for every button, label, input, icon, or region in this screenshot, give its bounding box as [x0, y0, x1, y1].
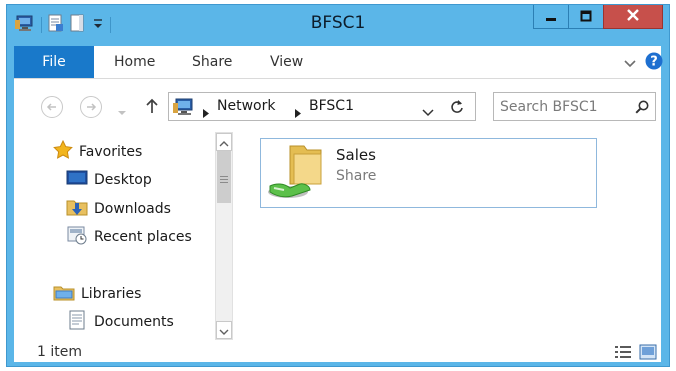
nav-label-recent-places: Recent places: [94, 229, 192, 245]
window-controls: [533, 5, 663, 29]
nav-label-downloads: Downloads: [94, 201, 171, 217]
network-share-folder-icon: [264, 142, 326, 208]
scroll-down-button[interactable]: [216, 321, 232, 339]
nav-item-desktop[interactable]: Desktop: [66, 169, 152, 191]
status-bar: 1 item: [14, 342, 661, 362]
nav-item-libraries[interactable]: Libraries: [53, 282, 141, 306]
nav-item-downloads[interactable]: Downloads: [66, 197, 171, 221]
downloads-icon: [66, 197, 88, 221]
title-bar[interactable]: BFSC1: [7, 5, 669, 46]
breadcrumb-arrow-icon[interactable]: [295, 103, 301, 122]
nav-label-favorites: Favorites: [79, 144, 143, 160]
network-computer-icon: [173, 97, 195, 121]
share-item-sales[interactable]: Sales Share: [260, 138, 597, 208]
tab-home[interactable]: Home: [114, 46, 155, 78]
expand-ribbon-icon[interactable]: [623, 55, 637, 74]
maximize-button[interactable]: [568, 5, 604, 29]
navigation-scrollbar[interactable]: [215, 132, 233, 340]
refresh-icon[interactable]: [450, 99, 464, 119]
back-button[interactable]: [41, 96, 63, 118]
tab-file[interactable]: File: [14, 46, 94, 78]
item-type: Share: [336, 168, 377, 184]
status-item-count: 1 item: [37, 344, 82, 360]
forward-button[interactable]: [80, 96, 102, 118]
up-arrow-icon[interactable]: [145, 97, 159, 119]
tab-share[interactable]: Share: [192, 46, 232, 78]
libraries-icon: [53, 282, 75, 306]
window-client: File Home Share View ? Network BFSC1 Sea…: [14, 46, 663, 362]
chevron-down-icon: [219, 321, 229, 340]
svg-text:?: ?: [650, 55, 658, 70]
star-icon: [53, 139, 73, 164]
item-name: Sales: [336, 146, 376, 164]
search-input[interactable]: [500, 97, 626, 116]
large-icons-view-icon[interactable]: [639, 344, 657, 364]
nav-label-desktop: Desktop: [94, 172, 152, 188]
recent-locations-icon[interactable]: [117, 102, 127, 121]
address-row: Network BFSC1: [14, 90, 661, 124]
minimize-button[interactable]: [533, 5, 569, 29]
scroll-thumb[interactable]: [217, 151, 231, 203]
address-history-icon[interactable]: [422, 103, 434, 122]
explorer-window: BFSC1 File Home Share View ? Network BFS…: [6, 4, 670, 367]
tab-view[interactable]: View: [270, 46, 303, 78]
breadcrumb-bfsc1[interactable]: BFSC1: [309, 98, 354, 114]
nav-item-recent-places[interactable]: Recent places: [66, 225, 192, 249]
breadcrumb-network[interactable]: Network: [217, 98, 275, 114]
search-icon[interactable]: [635, 99, 649, 118]
search-box[interactable]: [493, 92, 656, 121]
help-icon[interactable]: ?: [645, 52, 663, 74]
close-button[interactable]: [603, 5, 663, 29]
breadcrumb-arrow-icon[interactable]: [203, 103, 209, 122]
maximize-icon: [580, 7, 592, 26]
documents-icon: [66, 310, 88, 334]
desktop-icon: [66, 169, 88, 191]
close-icon: [626, 7, 640, 26]
details-view-icon[interactable]: [614, 344, 632, 364]
ribbon-tabs: File Home Share View ?: [14, 46, 663, 79]
recent-places-icon: [66, 225, 88, 249]
scroll-up-button[interactable]: [216, 133, 232, 151]
nav-item-favorites[interactable]: Favorites: [53, 139, 143, 164]
address-bar[interactable]: Network BFSC1: [168, 92, 476, 121]
grip-icon: [220, 168, 228, 187]
back-arrow-icon: [46, 98, 58, 117]
nav-label-documents: Documents: [94, 314, 174, 330]
nav-item-documents[interactable]: Documents: [66, 310, 174, 334]
forward-arrow-icon: [85, 98, 97, 117]
navigation-pane: Favorites Desktop Downloads Recent place…: [14, 132, 214, 342]
chevron-up-icon: [219, 133, 229, 152]
nav-label-libraries: Libraries: [81, 286, 142, 302]
minimize-icon: [545, 7, 557, 26]
